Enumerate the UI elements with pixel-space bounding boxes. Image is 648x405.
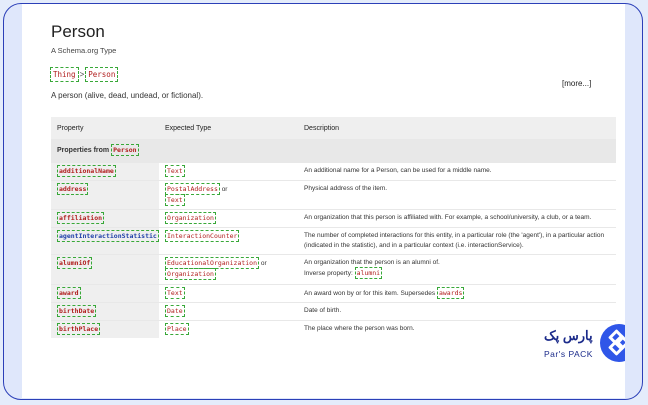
expected-type-cell: Text <box>159 283 298 303</box>
table-row: birthDate Date Date of birth. <box>51 301 616 321</box>
expected-type-link[interactable]: Text <box>165 194 185 207</box>
table-row: address PostalAddress or Text Physical addr… <box>51 180 616 210</box>
property-link[interactable]: birthDate <box>57 304 97 317</box>
col-header-property: Property <box>51 117 159 140</box>
description-cell: An award won by or for this item. Supers… <box>298 283 616 303</box>
description-text: Physical address of the item. <box>304 185 388 193</box>
table-row: award Text An award won by or for this ite… <box>51 283 616 303</box>
description-cell: An additional name for a Person, can be … <box>298 161 616 181</box>
property-link[interactable]: birthPlace <box>57 322 101 335</box>
breadcrumb: Thing > Person <box>50 67 119 82</box>
expected-type-cell: Date <box>159 301 298 321</box>
property-cell: additionalName <box>51 161 159 181</box>
expected-type-link[interactable]: Date <box>165 304 185 317</box>
parspack-logo-icon <box>600 324 625 362</box>
table-row: additionalName Text An additional name for… <box>51 161 616 181</box>
breadcrumb-person-link[interactable]: Person <box>85 67 119 82</box>
property-cell: alumniOf <box>51 254 159 284</box>
property-cell: agentInteractionStatistic <box>51 227 159 255</box>
more-link[interactable]: [more...] <box>562 79 591 88</box>
expected-type-cell: Place <box>159 319 298 338</box>
expected-type-cell: Text <box>159 161 298 181</box>
description-text: The place where the person was born. <box>304 324 415 332</box>
parspack-logo: پارس پک Par's PACK <box>544 324 625 374</box>
property-cell: affiliation <box>51 209 159 228</box>
type-description: A person (alive, dead, undead, or fictio… <box>51 91 204 100</box>
expected-type-cell: EducationalOrganization or Organization <box>159 254 298 284</box>
property-cell: birthDate <box>51 301 159 321</box>
expected-type-link[interactable]: Text <box>165 165 185 177</box>
description-cell: The number of completed interactions for… <box>298 227 616 255</box>
table-row: alumniOf EducationalOrganization or Organi… <box>51 254 616 284</box>
description-text: An organization that the person is an al… <box>304 259 440 267</box>
property-link[interactable]: address <box>57 183 89 196</box>
type-or-text: or <box>260 260 267 268</box>
property-link[interactable]: alumniOf <box>57 257 93 270</box>
table-row: affiliation Organization An organization t… <box>51 209 616 228</box>
expected-type-link[interactable]: InteractionCounter <box>165 230 240 243</box>
expected-type-link[interactable]: Place <box>165 322 189 335</box>
breadcrumb-thing-link[interactable]: Thing <box>50 67 79 82</box>
col-header-description: Description <box>298 117 616 140</box>
property-cell: address <box>51 180 159 210</box>
logo-brand-fa: پارس پک <box>544 328 593 343</box>
property-cell: award <box>51 283 159 303</box>
property-link[interactable]: award <box>57 286 81 299</box>
description-text: Date of birth. <box>304 306 342 314</box>
description-cell: Date of birth. <box>298 301 616 321</box>
description-text: An additional name for a Person, can be … <box>304 167 492 174</box>
section-label: Properties from <box>57 147 110 155</box>
page-subtitle: A Schema.org Type <box>51 46 117 55</box>
type-or-text: or <box>221 186 228 194</box>
description-text: An organization that this person is affi… <box>304 214 592 222</box>
col-header-expected-type: Expected Type <box>159 117 298 140</box>
schema-page: Person A Schema.org Type Thing > Person … <box>22 4 625 398</box>
page-title: Person <box>51 22 105 41</box>
supersedes-link[interactable]: awards <box>436 286 465 299</box>
breadcrumb-separator: > <box>79 70 85 79</box>
screenshot-frame: Person A Schema.org Type Thing > Person … <box>3 3 643 400</box>
section-cell: Properties from Person <box>51 139 616 163</box>
property-cell: birthPlace <box>51 319 159 338</box>
description-cell: An organization that the person is an al… <box>298 254 616 284</box>
expected-type-link[interactable]: Organization <box>165 212 216 225</box>
description-text: The number of completed interactions for… <box>304 232 605 250</box>
description-cell: Physical address of the item. <box>298 180 616 210</box>
table-row: agentInteractionStatistic InteractionCoun… <box>51 227 616 255</box>
expected-type-cell: Organization <box>159 209 298 228</box>
logo-brand-en: Par's PACK <box>544 349 593 359</box>
expected-type-cell: InteractionCounter <box>159 227 298 255</box>
expected-type-link[interactable]: Text <box>165 286 185 299</box>
property-link[interactable]: affiliation <box>57 212 105 225</box>
section-row: Properties from Person <box>51 139 616 163</box>
properties-table: Property Expected Type Description Prope… <box>51 117 616 338</box>
property-link[interactable]: agentInteractionStatistic <box>57 230 159 243</box>
inverse-property-label: Inverse property: <box>304 270 353 278</box>
description-text: An award won by or for this item. Supers… <box>304 289 436 297</box>
expected-type-link[interactable]: Organization <box>165 268 216 281</box>
description-cell: An organization that this person is affi… <box>298 209 616 228</box>
expected-type-cell: PostalAddress or Text <box>159 180 298 210</box>
table-row: birthPlace Place The place where the perso… <box>51 319 616 338</box>
table-header-row: Property Expected Type Description <box>51 117 616 140</box>
inverse-property-link[interactable]: alumni <box>354 267 383 280</box>
property-link[interactable]: additionalName <box>57 165 116 177</box>
section-type-link[interactable]: Person <box>111 144 139 157</box>
